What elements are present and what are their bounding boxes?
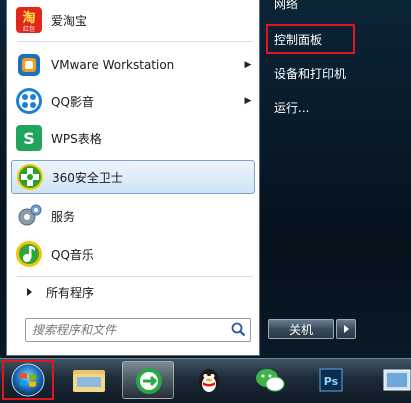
highlight-box-control-panel [266, 24, 355, 54]
shutdown-button[interactable]: 关机 [268, 319, 334, 339]
right-item-network[interactable]: 网络 [268, 0, 354, 15]
right-item-run[interactable]: 运行... [268, 95, 354, 119]
qq-icon [199, 369, 219, 393]
divider [17, 276, 253, 277]
360-browser-icon [136, 368, 162, 394]
program-label: 爱淘宝 [51, 13, 88, 28]
wps-spreadsheet-icon: S [15, 124, 43, 152]
services-gear-icon [15, 202, 43, 230]
360-safe-icon [16, 163, 44, 191]
desktop-icon [383, 369, 411, 391]
taskbar-wechat[interactable] [244, 361, 296, 399]
program-wps[interactable]: S WPS表格 [11, 121, 255, 155]
taobao-icon: 淘 红包 [15, 6, 43, 34]
highlight-box-start [2, 360, 54, 400]
divider [17, 41, 253, 42]
submenu-arrow-icon: ▶ [244, 60, 252, 70]
program-qqmusic[interactable]: QQ音乐 [11, 237, 255, 271]
svg-text:Ps: Ps [324, 375, 339, 388]
taskbar-desktop[interactable] [366, 361, 411, 399]
search-icon[interactable] [228, 320, 250, 340]
svg-text:红包: 红包 [23, 25, 35, 33]
program-label: WPS表格 [51, 131, 102, 146]
shutdown-options-button[interactable] [336, 319, 356, 339]
svg-text:S: S [23, 129, 35, 148]
program-taobao[interactable]: 淘 红包 爱淘宝 [11, 3, 255, 37]
program-label: 服务 [51, 209, 76, 224]
wechat-icon [256, 369, 285, 392]
submenu-arrow-icon: ▶ [244, 96, 252, 106]
all-programs-link[interactable]: 所有程序 [15, 282, 255, 302]
vmware-icon [15, 51, 43, 79]
program-qqplayer[interactable]: QQ影音 ▶ [11, 84, 255, 118]
taskbar-photoshop[interactable]: Ps [305, 361, 357, 399]
program-label: QQ音乐 [51, 247, 94, 262]
qqmusic-icon [15, 240, 43, 268]
program-vmware[interactable]: VMware Workstation ▶ [11, 48, 255, 82]
program-360-safe[interactable]: 360安全卫士 [11, 160, 255, 194]
photoshop-icon: Ps [319, 368, 343, 392]
start-search-box[interactable] [25, 318, 251, 342]
taskbar-qq[interactable] [183, 361, 235, 399]
svg-text:淘: 淘 [22, 10, 35, 26]
program-label: 360安全卫士 [52, 170, 123, 185]
program-label: VMware Workstation [51, 58, 175, 72]
taskbar-360-browser[interactable] [122, 361, 174, 399]
all-programs-label: 所有程序 [46, 285, 95, 300]
expand-arrow-icon [27, 288, 32, 296]
file-explorer-icon [73, 370, 105, 392]
program-label: QQ影音 [51, 94, 94, 109]
program-services[interactable]: 服务 [11, 199, 255, 233]
right-item-devices-printers[interactable]: 设备和打印机 [268, 61, 354, 85]
search-input[interactable] [26, 322, 228, 338]
taskbar-file-explorer[interactable] [63, 361, 115, 399]
qqplayer-icon [15, 87, 43, 115]
start-menu-programs-panel: 淘 红包 爱淘宝 VMware Workstation ▶ QQ影音 ▶ S W… [6, 0, 260, 356]
